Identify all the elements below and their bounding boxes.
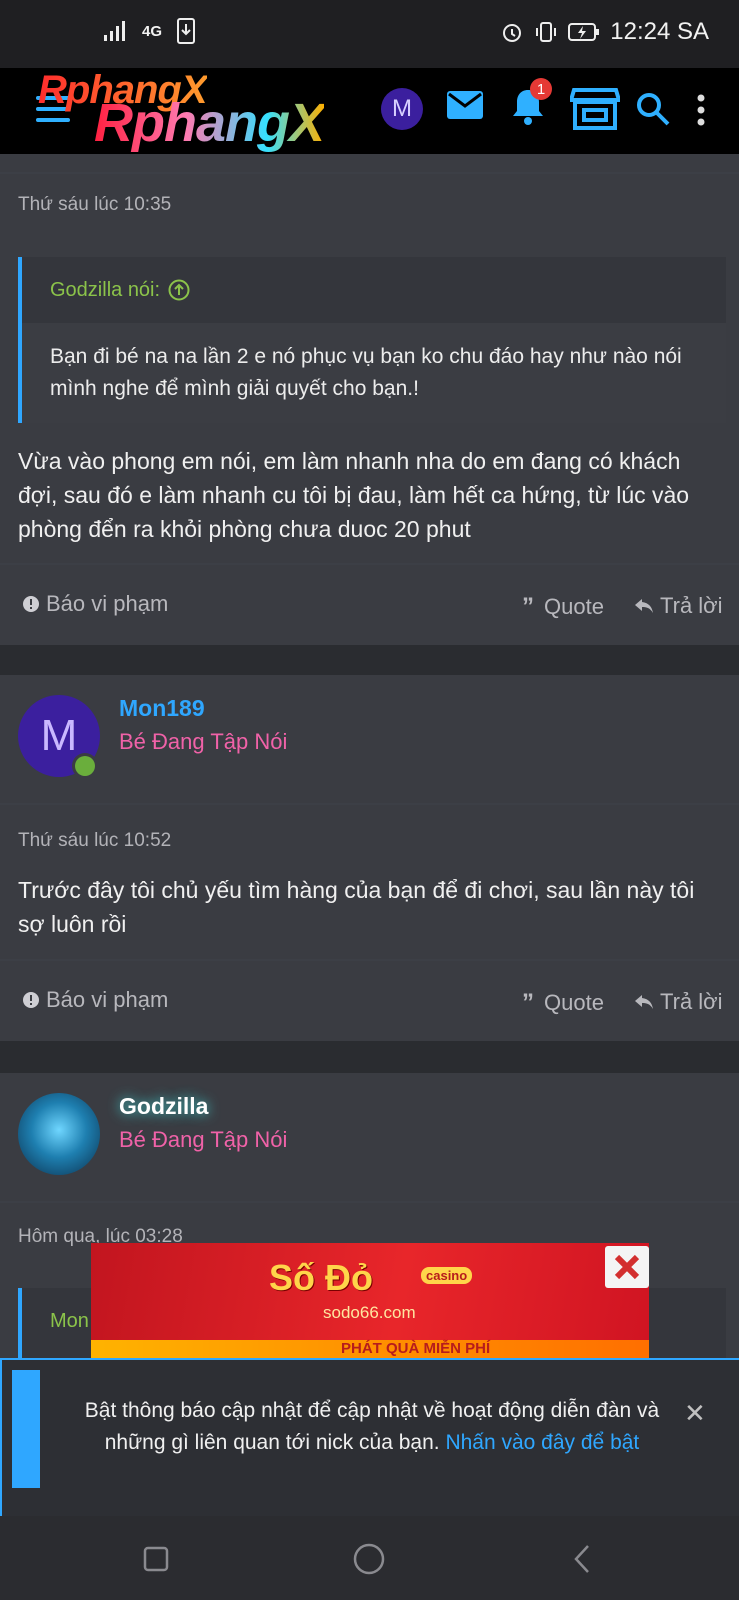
post-3-author: Godzilla Bé Đang Tập Nói: [0, 1073, 739, 1201]
ad-site: sodo66.com: [323, 1303, 416, 1322]
quote-button[interactable]: ” Quote: [522, 593, 604, 621]
mail-icon[interactable]: [446, 90, 484, 120]
ad-brand: Số Đỏ: [269, 1257, 373, 1298]
user-avatar[interactable]: M: [381, 88, 423, 130]
quote-label: Quote: [544, 594, 604, 619]
avatar-letter: M: [392, 95, 412, 122]
close-icon: [614, 1254, 640, 1280]
signal-icon: [104, 21, 125, 41]
report-label: Báo vi phạm: [46, 591, 169, 616]
ad-banner[interactable]: Số Đỏ casino sodo66.com PHÁT QUÀ MIỄN PH…: [91, 1243, 649, 1358]
author-username[interactable]: Mon189: [119, 695, 205, 722]
store-icon[interactable]: [570, 86, 620, 130]
quote-icon: ”: [522, 989, 534, 1016]
reply-icon: [635, 599, 653, 613]
report-button[interactable]: Báo vi phạm: [22, 591, 168, 617]
reply-label: Trả lời: [660, 989, 723, 1014]
jump-up-icon[interactable]: [168, 279, 190, 301]
ad-badge: casino: [421, 1267, 473, 1284]
status-bar: 4G 12:24 SA: [0, 0, 739, 68]
author-avatar-letter: M: [40, 711, 78, 760]
more-menu-icon[interactable]: [696, 94, 706, 126]
ad-strip-text: PHÁT QUÀ MIỄN PHÍ: [341, 1340, 491, 1357]
reply-label: Trả lời: [660, 593, 723, 618]
home-icon[interactable]: [353, 1543, 385, 1575]
search-icon[interactable]: [636, 92, 670, 126]
alert-icon: [23, 992, 39, 1008]
report-label: Báo vi phạm: [46, 987, 169, 1012]
close-icon[interactable]: ✕: [684, 1398, 706, 1429]
online-status-icon: [72, 753, 98, 779]
post-actions: Báo vi phạm ” Quote Trả lời: [0, 961, 739, 1041]
download-icon: [177, 18, 196, 44]
vibrate-icon: [536, 22, 557, 42]
reply-icon: [635, 995, 653, 1009]
site-logo[interactable]: RphangX RphangX: [38, 68, 348, 153]
post-body: Trước đây tôi chủ yếu tìm hàng của bạn đ…: [18, 877, 695, 937]
back-icon[interactable]: [572, 1544, 592, 1574]
recent-apps-icon[interactable]: [143, 1546, 169, 1572]
quote-button[interactable]: ” Quote: [522, 989, 604, 1017]
enable-notifications-link[interactable]: Nhấn vào đây để bật: [445, 1431, 639, 1454]
post-actions: Báo vi phạm ” Quote Trả lời: [0, 565, 739, 645]
post-timestamp[interactable]: Thứ sáu lúc 10:52: [18, 830, 171, 852]
notification-badge: 1: [530, 78, 552, 100]
author-title: Bé Đang Tập Nói: [119, 1127, 288, 1152]
app-header: RphangX RphangX: [0, 68, 739, 154]
alert-icon: [23, 596, 39, 612]
quote-author: Mon: [50, 1309, 89, 1332]
quote-label: Quote: [544, 990, 604, 1015]
post-2-author: M Mon189 Bé Đang Tập Nói: [0, 675, 739, 803]
report-button[interactable]: Báo vi phạm: [22, 987, 168, 1013]
quote-header[interactable]: Godzilla nói:: [22, 257, 726, 323]
clock: 12:24 SA: [610, 18, 709, 45]
post-body: Vừa vào phong em nói, em làm nhanh nha d…: [18, 448, 690, 542]
quote-author: Godzilla nói:: [50, 278, 161, 301]
reply-button[interactable]: Trả lời: [634, 593, 723, 619]
quote-icon: ”: [522, 593, 534, 620]
network-label: 4G: [142, 22, 163, 40]
quote-text: Bạn đi bé na na lần 2 e nó phục vụ bạn k…: [22, 323, 726, 423]
push-notification-prompt: Bật thông báo cập nhật để cập nhật về ho…: [0, 1358, 739, 1518]
post-timestamp[interactable]: Thứ sáu lúc 10:35: [18, 194, 171, 216]
author-title: Bé Đang Tập Nói: [119, 729, 288, 754]
system-nav-bar: [0, 1516, 739, 1600]
alarm-icon: [503, 24, 522, 42]
ad-close-button[interactable]: [605, 1246, 649, 1288]
author-avatar[interactable]: [18, 1093, 100, 1175]
battery-charging-icon: [568, 23, 600, 41]
reply-button[interactable]: Trả lời: [634, 989, 723, 1015]
author-username[interactable]: Godzilla: [119, 1093, 208, 1120]
quote-block: Godzilla nói: Bạn đi bé na na lần 2 e nó…: [18, 257, 726, 423]
